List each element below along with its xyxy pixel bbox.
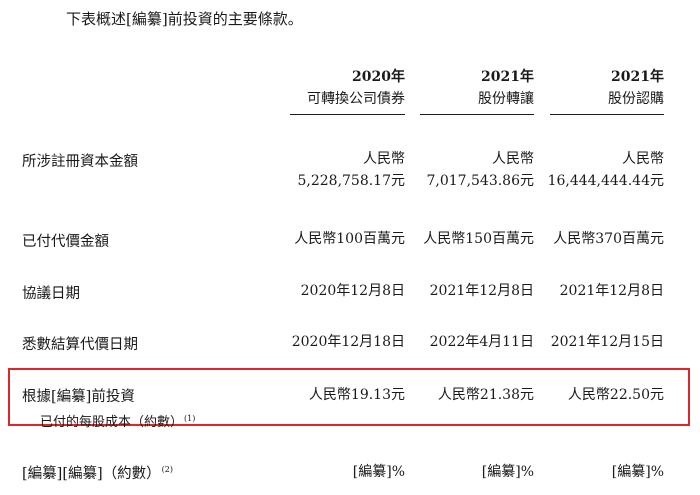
column-header-3: 2021年 股份認購 — [608, 66, 664, 110]
footnote-marker: (2) — [161, 465, 173, 475]
cell-cost-per-share-2: 人民幣21.38元 — [437, 387, 534, 403]
column-header-2: 2021年 股份轉讓 — [478, 66, 534, 110]
row-label-registered-capital: 所涉註冊資本金額 — [22, 154, 138, 170]
header-underline-2 — [420, 114, 534, 115]
cell-agreement-date-3: 2021年12月8日 — [559, 283, 664, 299]
cell-percentage-3: [編纂]% — [611, 464, 664, 480]
column-year: 2020年 — [352, 69, 405, 85]
cell-consideration-3: 人民幣370百萬元 — [553, 231, 664, 247]
cell-line: 5,228,758.17元 — [297, 173, 405, 189]
cell-line: 16,444,444.44元 — [547, 173, 664, 189]
row-label-consideration-paid: 已付代價金額 — [22, 234, 109, 250]
column-year: 2021年 — [481, 69, 534, 85]
cell-cost-per-share-3: 人民幣22.50元 — [567, 387, 664, 403]
intro-text: 下表概述[編纂]前投資的主要條款。 — [66, 10, 303, 28]
column-name: 股份認購 — [608, 91, 664, 107]
row-sublabel-cost-per-share: 已付的每股成本（約數）(1) — [40, 411, 195, 430]
cell-settlement-date-2: 2022年4月11日 — [429, 334, 534, 350]
cell-cost-per-share-1: 人民幣19.13元 — [308, 387, 405, 403]
header-underline-1 — [290, 114, 405, 115]
cell-registered-capital-2: 人民幣 7,017,543.86元 — [426, 148, 534, 192]
cell-line: 人民幣 — [492, 151, 534, 167]
row-label-percentage: [編纂][編纂]（約數）(2) — [22, 462, 173, 483]
column-header-1: 2020年 可轉換公司債券 — [307, 66, 405, 110]
cell-registered-capital-3: 人民幣 16,444,444.44元 — [548, 148, 664, 192]
cell-consideration-2: 人民幣150百萬元 — [423, 231, 534, 247]
cell-settlement-date-3: 2021年12月15日 — [550, 334, 664, 350]
cell-agreement-date-2: 2021年12月8日 — [429, 283, 534, 299]
cell-settlement-date-1: 2020年12月18日 — [291, 334, 405, 350]
row-label-agreement-date: 協議日期 — [22, 286, 80, 302]
sublabel-text: 已付的每股成本（約數） — [40, 415, 184, 430]
column-year: 2021年 — [611, 69, 664, 85]
cell-percentage-1: [編纂]% — [352, 464, 405, 480]
cell-consideration-1: 人民幣100百萬元 — [294, 231, 405, 247]
header-underline-3 — [550, 114, 664, 115]
column-name: 股份轉讓 — [478, 91, 534, 107]
label-text: [編纂][編纂]（約數） — [22, 466, 161, 482]
cell-line: 7,017,543.86元 — [426, 173, 534, 189]
cell-agreement-date-1: 2020年12月8日 — [300, 283, 405, 299]
column-name: 可轉換公司債券 — [307, 91, 405, 107]
row-label-cost-per-share: 根據[編纂]前投資 — [22, 389, 135, 405]
row-label-settlement-date: 悉數結算代價日期 — [22, 337, 138, 353]
cell-percentage-2: [編纂]% — [481, 464, 534, 480]
footnote-marker: (1) — [184, 413, 196, 423]
cell-line: 人民幣 — [622, 151, 664, 167]
cell-registered-capital-1: 人民幣 5,228,758.17元 — [297, 148, 405, 192]
cell-line: 人民幣 — [363, 151, 405, 167]
